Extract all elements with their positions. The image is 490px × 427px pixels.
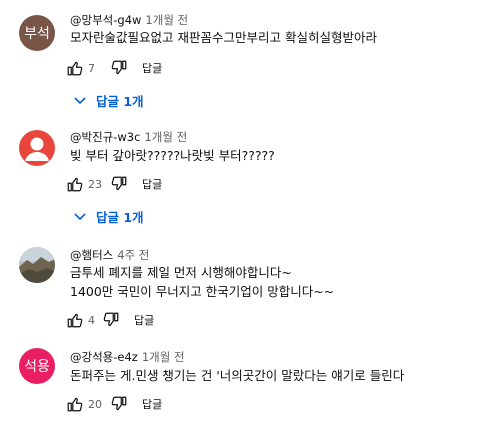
timestamp[interactable]: 1개월 전	[144, 130, 187, 144]
avatar[interactable]: 석용	[19, 348, 55, 384]
avatar[interactable]	[19, 247, 55, 283]
dislike-button[interactable]	[110, 395, 128, 413]
chevron-down-icon	[74, 212, 86, 220]
replies-label: 답글 1개	[96, 94, 144, 109]
thumbs-up-icon	[67, 397, 83, 412]
dislike-button[interactable]	[110, 175, 128, 193]
comment-header: @햄터스 4주 전	[70, 247, 149, 263]
comment-actions: 4 답글	[66, 308, 154, 332]
replies-label: 답글 1개	[96, 210, 144, 225]
comment-actions: 7 답글	[66, 56, 162, 80]
reply-button[interactable]: 답글	[142, 396, 162, 412]
author-name[interactable]: @박진규-w3c	[70, 130, 140, 144]
author-name[interactable]: @햄터스	[70, 248, 113, 262]
comment-actions: 20 답글	[66, 392, 162, 416]
comment-header: @박진규-w3c 1개월 전	[70, 129, 187, 145]
landscape-photo-icon	[19, 247, 55, 283]
reply-button[interactable]: 답글	[142, 176, 162, 192]
view-replies-button[interactable]: 답글 1개	[74, 91, 144, 110]
thumbs-down-icon	[111, 396, 127, 411]
thumbs-down-icon	[103, 312, 119, 327]
timestamp[interactable]: 1개월 전	[145, 13, 188, 27]
timestamp[interactable]: 4주 전	[117, 248, 149, 262]
chevron-down-icon	[74, 96, 86, 104]
like-count: 23	[88, 177, 102, 191]
comment-actions: 23 답글	[66, 172, 162, 196]
reply-button[interactable]: 답글	[134, 312, 154, 328]
avatar[interactable]: 부석	[19, 15, 55, 51]
comment-header: @강석용-e4z 1개월 전	[70, 349, 185, 365]
like-button[interactable]	[66, 395, 84, 413]
like-button[interactable]	[66, 175, 84, 193]
thumbs-down-icon	[111, 176, 127, 191]
thumbs-up-icon	[67, 313, 83, 328]
comment-text: 빚 부터 갚아랏?????나랏빚 부터?????	[70, 148, 275, 163]
comment-text-line-2: 1400만 국민이 무너지고 한국기업이 망합니다~~	[70, 284, 335, 299]
comment-text: 돈퍼주는 게.민생 챙기는 건 '너의곳간이 말랐다는 얘기로 들린다	[70, 368, 405, 383]
comment-text-line-1: 금투세 폐지를 제일 먼저 시행해야합니다~	[70, 265, 292, 280]
author-name[interactable]: @망부석-g4w	[70, 13, 141, 27]
thumbs-up-icon	[67, 61, 83, 76]
like-count: 20	[88, 397, 102, 411]
default-user-icon	[25, 137, 49, 161]
like-count: 4	[88, 313, 95, 327]
like-button[interactable]	[66, 311, 84, 329]
dislike-button[interactable]	[102, 311, 120, 329]
thumbs-down-icon	[111, 60, 127, 75]
dislike-button[interactable]	[110, 59, 128, 77]
timestamp[interactable]: 1개월 전	[142, 350, 185, 364]
author-name[interactable]: @강석용-e4z	[70, 350, 138, 364]
reply-button[interactable]: 답글	[142, 60, 162, 76]
like-button[interactable]	[66, 59, 84, 77]
comment-header: @망부석-g4w 1개월 전	[70, 12, 188, 28]
thumbs-up-icon	[67, 177, 83, 192]
comment-text: 모자란술값필요없고 재판꼼수그만부리고 확실히실형받아라	[70, 30, 377, 45]
view-replies-button[interactable]: 답글 1개	[74, 207, 144, 226]
avatar[interactable]	[19, 130, 55, 166]
like-count: 7	[88, 61, 95, 75]
